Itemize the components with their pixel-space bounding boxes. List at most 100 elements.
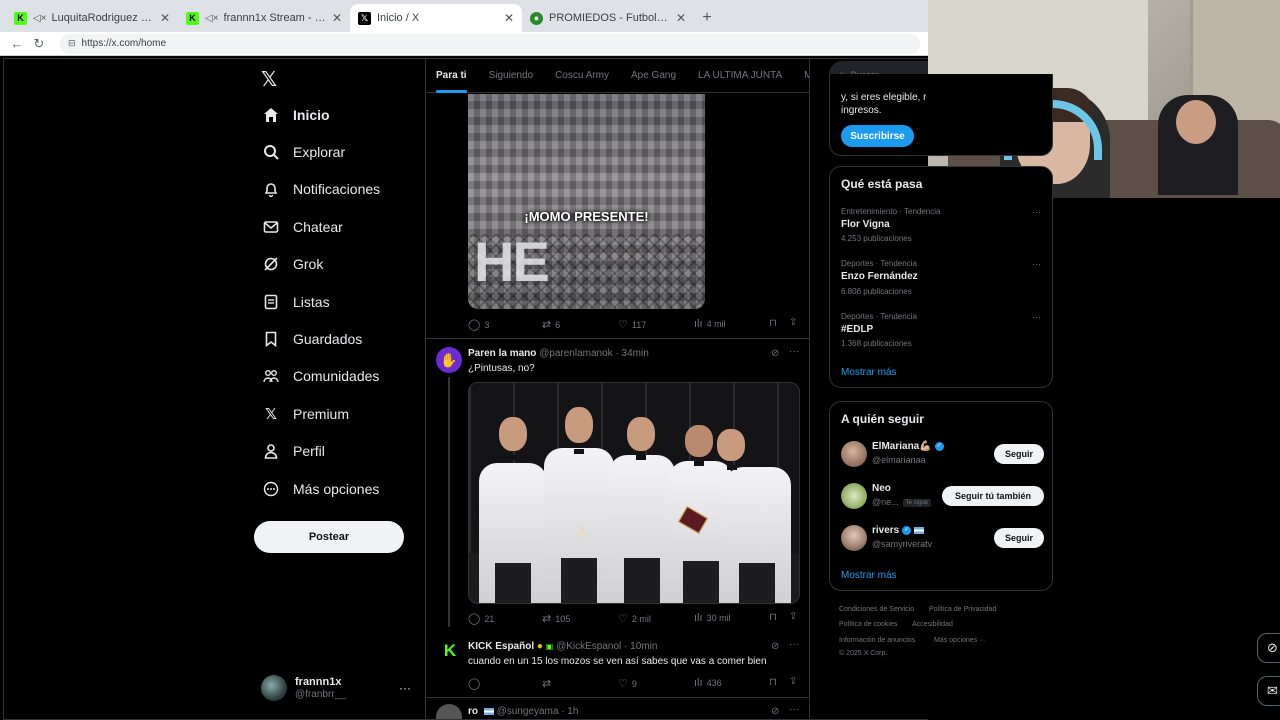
- more-dots-icon[interactable]: ···: [1032, 207, 1041, 217]
- more-dots-icon[interactable]: ···: [1032, 259, 1041, 269]
- sidebar-item-mas-opciones[interactable]: Más opciones: [262, 477, 379, 501]
- tab-siguiendo[interactable]: Siguiendo: [489, 59, 533, 93]
- post-time[interactable]: · 10min: [624, 641, 657, 652]
- author-handle[interactable]: @KickEspanol: [556, 641, 621, 652]
- avatar[interactable]: [841, 483, 867, 509]
- author-name[interactable]: Paren la mano: [468, 348, 536, 359]
- follow-back-button[interactable]: Seguir tú también: [942, 486, 1044, 506]
- like-button[interactable]: ♡ 9: [618, 677, 637, 690]
- browser-tab-promiedos[interactable]: ● PROMIEDOS - Futbol Argentino - ✕: [522, 4, 694, 32]
- close-tab-icon[interactable]: ✕: [332, 11, 342, 25]
- avatar[interactable]: ✋: [436, 347, 462, 373]
- sidebar-item-notificaciones[interactable]: Notificaciones: [262, 177, 380, 201]
- share-button[interactable]: ⇪: [789, 611, 797, 622]
- reload-icon[interactable]: ↻: [28, 36, 50, 52]
- avatar[interactable]: [841, 525, 867, 551]
- x-logo-icon[interactable]: 𝕏: [261, 67, 277, 92]
- more-dots-icon[interactable]: ···: [789, 639, 799, 650]
- post-time[interactable]: · 1h: [561, 706, 578, 717]
- messages-floating-button[interactable]: ✉: [1257, 676, 1280, 706]
- close-tab-icon[interactable]: ✕: [160, 11, 170, 25]
- author-name[interactable]: ro: [468, 706, 478, 717]
- reply-button[interactable]: ◯ 3: [468, 318, 489, 331]
- more-dots-icon[interactable]: ···: [1032, 312, 1041, 322]
- like-button[interactable]: ♡ 117: [618, 318, 646, 331]
- tab-ape-gang[interactable]: Ape Gang: [631, 59, 676, 93]
- avatar[interactable]: [841, 441, 867, 467]
- url-field[interactable]: ⊟ https://x.com/home: [60, 33, 920, 54]
- kick-logo-avatar[interactable]: K: [440, 641, 460, 661]
- post-media-image[interactable]: HE ¡MOMO PRESENTE!: [468, 94, 705, 309]
- browser-tab-frannn1x[interactable]: K ◁× frannn1x Stream - Kick Dash ✕: [178, 4, 350, 32]
- sidebar-item-listas[interactable]: Listas: [262, 290, 330, 314]
- bookmark-button[interactable]: ⊓: [769, 318, 777, 329]
- browser-tab-inicio-x[interactable]: 𝕏 Inicio / X ✕: [350, 4, 522, 32]
- footer-link-more-options[interactable]: Más opciones ···: [934, 637, 986, 644]
- follow-button[interactable]: Seguir: [994, 444, 1044, 464]
- post-media-image[interactable]: [468, 382, 800, 604]
- sidebar-item-premium[interactable]: 𝕏 Premium: [262, 402, 349, 426]
- bookmark-button[interactable]: ⊓: [769, 677, 777, 688]
- footer-link-accessibility[interactable]: Accesibilidad: [912, 621, 953, 628]
- speaker-muted-icon[interactable]: ◁×: [205, 13, 219, 24]
- views-button[interactable]: ılı 30 mil: [694, 612, 731, 624]
- author-handle[interactable]: @sungeyama: [497, 706, 559, 717]
- sidebar-item-explorar[interactable]: Explorar: [262, 140, 345, 164]
- show-more-trends-link[interactable]: Mostrar más: [841, 367, 897, 378]
- new-tab-button[interactable]: +: [694, 4, 720, 32]
- back-arrow-icon[interactable]: ←: [6, 36, 28, 51]
- sidebar-item-comunidades[interactable]: Comunidades: [262, 364, 379, 388]
- bookmark-button[interactable]: ⊓: [769, 612, 777, 623]
- author-handle[interactable]: @parenlamanok: [539, 348, 613, 359]
- site-info-icon[interactable]: ⊟: [68, 38, 76, 49]
- show-more-follow-link[interactable]: Mostrar más: [841, 570, 897, 581]
- repost-button[interactable]: ⇄ 6: [542, 318, 560, 331]
- post-time[interactable]: · 34min: [615, 348, 648, 359]
- suggested-user-name[interactable]: rivers ✓: [872, 525, 925, 536]
- browser-tab-luquitarodriguez[interactable]: K ◁× LuquitaRodriguez Stream - M ✕: [6, 4, 178, 32]
- suggested-user-name[interactable]: Neo: [872, 483, 891, 494]
- share-button[interactable]: ⇪: [789, 317, 797, 328]
- grok-icon[interactable]: ⊘: [771, 348, 779, 359]
- speaker-muted-icon[interactable]: ◁×: [33, 13, 47, 24]
- views-button[interactable]: ılı 436: [694, 677, 722, 689]
- tab-la-ultima-junta[interactable]: LA ULTIMA JUNTA: [698, 59, 782, 93]
- more-dots-icon[interactable]: ···: [789, 346, 799, 357]
- follow-button[interactable]: Seguir: [994, 528, 1044, 548]
- sidebar-item-guardados[interactable]: Guardados: [262, 327, 362, 351]
- close-tab-icon[interactable]: ✕: [504, 11, 514, 25]
- sidebar-item-grok[interactable]: Grok: [262, 252, 323, 276]
- reply-button[interactable]: ◯ 21: [468, 612, 494, 625]
- close-tab-icon[interactable]: ✕: [676, 11, 686, 25]
- sidebar-item-inicio[interactable]: Inicio: [262, 103, 330, 127]
- grok-icon[interactable]: ⊘: [771, 641, 779, 652]
- trend-name[interactable]: Enzo Fernández: [841, 271, 918, 282]
- footer-link-terms[interactable]: Condiciones de Servicio: [839, 606, 914, 613]
- suggested-user-name[interactable]: ElMariana💪🏼 ✓: [872, 441, 944, 452]
- repost-button[interactable]: ⇄: [542, 677, 555, 690]
- like-button[interactable]: ♡ 2 mil: [618, 612, 651, 625]
- footer-link-privacy[interactable]: Política de Privacidad: [929, 606, 996, 613]
- tab-para-ti[interactable]: Para ti: [436, 59, 467, 93]
- trend-name[interactable]: Flor Vigna: [841, 219, 890, 230]
- bookmark-icon: ⊓: [769, 318, 777, 329]
- avatar[interactable]: [436, 704, 462, 719]
- account-switcher[interactable]: frannn1x @franbrr__ ···: [261, 673, 411, 703]
- reply-button[interactable]: ◯: [468, 677, 484, 690]
- share-button[interactable]: ⇪: [789, 676, 797, 687]
- footer-link-ads-info[interactable]: Información de anuncios: [839, 637, 915, 644]
- tab-coscu-army[interactable]: Coscu Army: [555, 59, 609, 93]
- more-dots-icon[interactable]: ···: [789, 704, 799, 715]
- trend-name[interactable]: #EDLP: [841, 324, 873, 335]
- sidebar-item-perfil[interactable]: Perfil: [262, 439, 325, 463]
- subscribe-button[interactable]: Suscribirse: [841, 125, 914, 147]
- post-button[interactable]: Postear: [254, 521, 404, 553]
- tab-me[interactable]: ME: [804, 59, 809, 93]
- sidebar-item-chatear[interactable]: Chatear: [262, 215, 343, 239]
- grok-icon[interactable]: ⊘: [771, 706, 779, 717]
- grok-floating-button[interactable]: ⊘: [1257, 633, 1280, 663]
- views-button[interactable]: ılı 4 mil: [694, 318, 726, 330]
- footer-link-cookies[interactable]: Política de cookies: [839, 621, 897, 628]
- author-name[interactable]: KICK Español: [468, 641, 534, 652]
- repost-button[interactable]: ⇄ 105: [542, 612, 570, 625]
